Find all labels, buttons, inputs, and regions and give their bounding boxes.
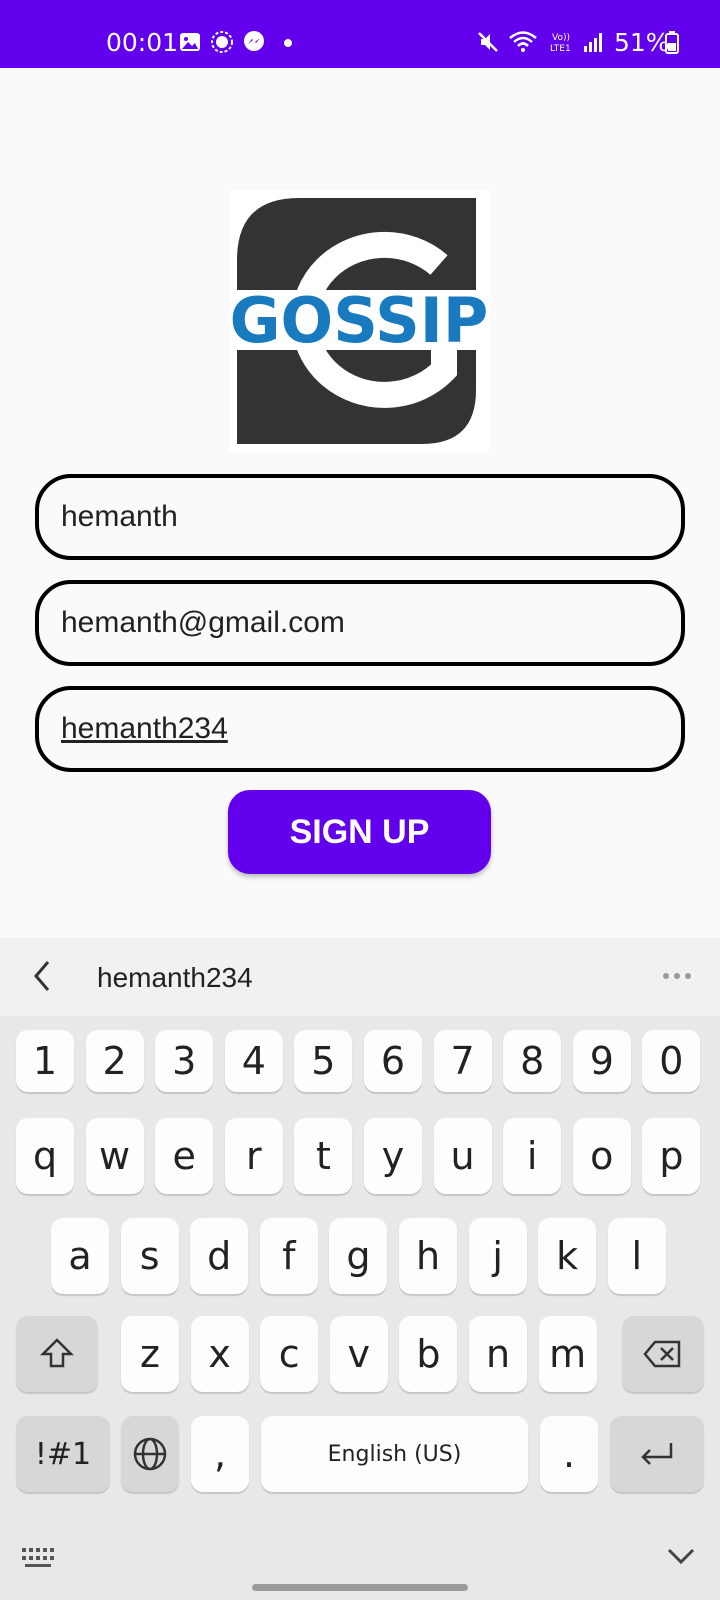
key-l[interactable]: l (607, 1218, 666, 1294)
email-field[interactable]: hemanth@gmail.com (35, 580, 685, 666)
key-i[interactable]: i (503, 1118, 562, 1194)
key-y[interactable]: y (364, 1118, 422, 1194)
enter-icon (641, 1443, 673, 1465)
key-o[interactable]: o (572, 1118, 631, 1194)
key-h[interactable]: h (399, 1218, 457, 1294)
key-5[interactable]: 5 (294, 1030, 353, 1092)
battery-icon (665, 31, 679, 54)
keyboard (0, 1016, 720, 1600)
globe-icon (133, 1437, 167, 1471)
cell-signal-icon (584, 33, 602, 52)
period-key[interactable]: . (540, 1416, 598, 1492)
status-bar: 00:01 Vo)) LTE1 51% (0, 0, 720, 68)
key-x[interactable]: x (190, 1316, 249, 1392)
shift-key[interactable] (16, 1316, 98, 1392)
key-f[interactable]: f (259, 1218, 318, 1294)
key-n[interactable]: n (469, 1316, 527, 1392)
password-field[interactable]: hemanth234 (35, 686, 685, 772)
back-chevron-icon[interactable] (28, 956, 58, 996)
key-a[interactable]: a (51, 1218, 109, 1294)
signal-app-icon (211, 31, 233, 53)
key-1[interactable]: 1 (16, 1030, 74, 1092)
signup-button[interactable]: SIGN UP (228, 790, 491, 874)
comma-key[interactable]: , (191, 1416, 249, 1492)
enter-key[interactable] (610, 1416, 704, 1492)
svg-text:Vo)): Vo)) (552, 33, 570, 43)
key-w[interactable]: w (85, 1118, 144, 1194)
hide-keyboard-icon[interactable] (666, 1546, 696, 1566)
messenger-icon (244, 31, 264, 51)
battery-percent: 51% (614, 28, 670, 57)
password-value: hemanth234 (61, 712, 228, 745)
key-j[interactable]: j (468, 1218, 527, 1294)
username-value: hemanth (61, 500, 178, 533)
key-6[interactable]: 6 (364, 1030, 422, 1092)
navigation-pill[interactable] (252, 1584, 468, 1591)
shift-icon (39, 1338, 75, 1368)
key-2[interactable]: 2 (85, 1030, 144, 1092)
key-r[interactable]: r (224, 1118, 283, 1194)
wifi-icon (509, 31, 537, 52)
key-g[interactable]: g (329, 1218, 388, 1294)
notification-dot (284, 39, 292, 47)
key-8[interactable]: 8 (503, 1030, 562, 1092)
gallery-icon (180, 33, 200, 51)
key-b[interactable]: b (399, 1316, 458, 1392)
key-d[interactable]: d (190, 1218, 249, 1294)
logo-text: GOSSIP (230, 284, 489, 357)
svg-text:LTE1: LTE1 (550, 44, 571, 54)
key-e[interactable]: e (155, 1118, 214, 1194)
backspace-key[interactable] (622, 1316, 704, 1392)
username-field[interactable]: hemanth (35, 474, 685, 560)
key-u[interactable]: u (433, 1118, 492, 1194)
mute-icon (478, 32, 498, 52)
key-3[interactable]: 3 (155, 1030, 214, 1092)
key-c[interactable]: c (260, 1316, 319, 1392)
more-options-icon[interactable] (662, 972, 692, 980)
key-q[interactable]: q (16, 1118, 74, 1194)
key-m[interactable]: m (538, 1316, 597, 1392)
key-z[interactable]: z (121, 1316, 179, 1392)
suggestion-bar: hemanth234 (0, 938, 720, 1016)
volte-icon: Vo)) LTE1 (550, 33, 571, 54)
key-7[interactable]: 7 (433, 1030, 492, 1092)
backspace-icon (643, 1340, 681, 1368)
symbols-key[interactable]: !#1 (16, 1416, 110, 1492)
keyboard-switch-icon[interactable] (22, 1548, 56, 1568)
key-s[interactable]: s (120, 1218, 179, 1294)
key-p[interactable]: p (642, 1118, 701, 1194)
space-key[interactable]: English (US) (261, 1416, 528, 1492)
key-k[interactable]: k (538, 1218, 597, 1294)
email-value: hemanth@gmail.com (61, 606, 345, 639)
key-9[interactable]: 9 (572, 1030, 631, 1092)
key-4[interactable]: 4 (224, 1030, 283, 1092)
gossip-logo: GOSSIP (229, 190, 489, 452)
key-v[interactable]: v (329, 1316, 388, 1392)
key-t[interactable]: t (294, 1118, 353, 1194)
key-0[interactable]: 0 (642, 1030, 701, 1092)
language-key[interactable] (121, 1416, 179, 1492)
status-time: 00:01 (106, 28, 179, 57)
suggestion-word[interactable]: hemanth234 (97, 962, 253, 994)
